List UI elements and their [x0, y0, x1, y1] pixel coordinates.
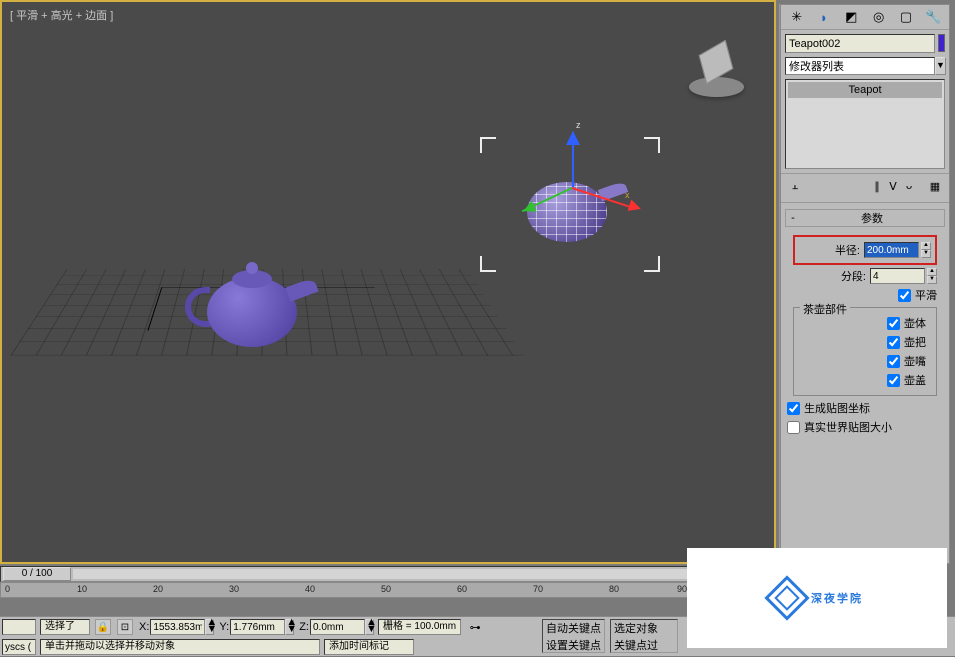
prompt-text: 单击并拖动以选择并移动对象 [40, 639, 320, 655]
z-label: Z: [299, 621, 309, 633]
rollout-parameters-body: 半径: ▲▼ 分段: ▲▼ 平滑 茶壶部件 壶体 壶把 壶嘴 壶盖 生成贴图坐标… [781, 229, 949, 442]
rollout-title: 参数 [800, 210, 944, 226]
key-mode-icon[interactable]: ⊶ [465, 621, 485, 634]
smooth-checkbox[interactable] [898, 289, 911, 302]
part-handle-label: 壶把 [904, 334, 926, 350]
highlight-annotation: 半径: ▲▼ [793, 235, 937, 265]
tick-label: 90 [677, 584, 687, 594]
part-handle-checkbox[interactable] [887, 336, 900, 349]
group-title: 茶壶部件 [800, 301, 850, 317]
modifier-stack[interactable]: Teapot [785, 79, 945, 169]
watermark-overlay: 深夜学院 [687, 548, 947, 648]
part-body-checkbox[interactable] [887, 317, 900, 330]
make-unique-icon[interactable]: ꓦ [885, 180, 901, 196]
radius-spinner[interactable]: ▲▼ [921, 242, 931, 258]
auto-key-button[interactable]: 自动关键点 [546, 620, 601, 636]
lock-selection-icon[interactable]: 🔒 [95, 619, 111, 635]
z-coord-input[interactable] [310, 619, 365, 635]
real-world-checkbox[interactable] [787, 421, 800, 434]
y-coord-input[interactable] [230, 619, 285, 635]
part-spout-checkbox[interactable] [887, 355, 900, 368]
selection-center-icon[interactable]: ⊡ [117, 619, 133, 635]
motion-tab-icon[interactable]: ◎ [870, 8, 888, 26]
y-spinner[interactable]: ▲▼ [285, 619, 294, 635]
tick-label: 70 [533, 584, 543, 594]
selection-count: 选择了 [40, 619, 90, 635]
remove-modifier-icon[interactable]: ᴗ [901, 180, 917, 196]
z-spinner[interactable]: ▲▼ [365, 619, 374, 635]
y-label: Y: [219, 621, 229, 633]
object-name-field[interactable] [785, 34, 935, 53]
part-body-label: 壶体 [904, 315, 926, 331]
key-filters-button[interactable]: 关键点过 [614, 637, 674, 653]
set-key-button[interactable]: 设置关键点 [546, 637, 601, 653]
display-tab-icon[interactable]: ▢ [897, 8, 915, 26]
add-time-marker-button[interactable]: 添加时间标记 [324, 639, 414, 655]
tick-label: 30 [229, 584, 239, 594]
teapot-parts-group: 茶壶部件 壶体 壶把 壶嘴 壶盖 [793, 307, 937, 396]
part-lid-checkbox[interactable] [887, 374, 900, 387]
pin-stack-icon[interactable]: ⫠ [787, 180, 803, 196]
script-listener-input[interactable] [2, 639, 36, 655]
utilities-tab-icon[interactable]: 🔧 [924, 8, 942, 26]
viewport-label[interactable]: [ 平滑 + 高光 + 边面 ] [10, 7, 113, 23]
command-panel: ✳ ◗ ◩ ◎ ▢ 🔧 ▼ Teapot ⫠ ∥ ꓦ ᴗ ▦ - 参数 半径: … [780, 4, 950, 564]
key-filter-group: 选定对象 关键点过 [610, 619, 678, 653]
radius-input[interactable] [864, 242, 919, 258]
real-world-label: 真实世界贴图大小 [804, 419, 892, 435]
viewport-perspective[interactable]: [ 平滑 + 高光 + 边面 ] z x [0, 0, 776, 564]
tick-label: 80 [609, 584, 619, 594]
create-tab-icon[interactable]: ✳ [788, 8, 806, 26]
modify-tab-icon[interactable]: ◗ [815, 8, 833, 26]
dropdown-arrow-icon[interactable]: ▼ [935, 57, 946, 75]
tick-label: 0 [5, 584, 10, 594]
tick-label: 10 [77, 584, 87, 594]
frame-slider[interactable]: 0 / 100 ▸ [0, 566, 776, 582]
command-panel-tabs: ✳ ◗ ◩ ◎ ▢ 🔧 [781, 5, 949, 30]
script-mini-input[interactable] [2, 619, 36, 635]
x-spinner[interactable]: ▲▼ [205, 619, 214, 635]
segments-label: 分段: [841, 268, 866, 284]
part-spout-label: 壶嘴 [904, 353, 926, 369]
move-gizmo[interactable]: z x [557, 142, 647, 232]
segments-spinner[interactable]: ▲▼ [927, 268, 937, 284]
selected-object-label: 选定对象 [614, 620, 674, 636]
rollout-toggle-icon[interactable]: - [786, 212, 800, 224]
tick-label: 20 [153, 584, 163, 594]
frame-slider-handle[interactable]: 0 / 100 [3, 567, 71, 581]
timeline: 0 / 100 ▸ 0 10 20 30 40 50 60 70 80 90 [0, 566, 776, 598]
tick-label: 40 [305, 584, 315, 594]
radius-label: 半径: [835, 242, 860, 258]
smooth-label: 平滑 [915, 287, 937, 303]
configure-sets-icon[interactable]: ▦ [927, 180, 943, 196]
tick-label: 60 [457, 584, 467, 594]
segments-input[interactable] [870, 268, 925, 284]
rollout-parameters-header[interactable]: - 参数 [785, 209, 945, 227]
gen-mapping-label: 生成贴图坐标 [804, 400, 870, 416]
hierarchy-tab-icon[interactable]: ◩ [842, 8, 860, 26]
grid-spacing: 栅格 = 100.0mm [378, 619, 461, 635]
stack-item-teapot[interactable]: Teapot [788, 82, 942, 98]
watermark-logo-icon [764, 575, 809, 620]
frame-slider-track[interactable] [73, 569, 759, 579]
stack-toolbar: ⫠ ∥ ꓦ ᴗ ▦ [781, 173, 949, 203]
key-mode-group: 自动关键点 设置关键点 [542, 619, 605, 653]
teapot-object-1[interactable] [182, 252, 322, 362]
time-ruler[interactable]: 0 10 20 30 40 50 60 70 80 90 [0, 582, 776, 598]
viewcube[interactable] [689, 42, 744, 97]
watermark-text: 深夜学院 [811, 590, 863, 606]
x-coord-input[interactable] [150, 619, 205, 635]
modifier-list-dropdown[interactable] [785, 57, 935, 75]
gen-mapping-checkbox[interactable] [787, 402, 800, 415]
show-end-result-icon[interactable]: ∥ [869, 180, 885, 196]
part-lid-label: 壶盖 [904, 372, 926, 388]
object-color-swatch[interactable] [938, 34, 945, 52]
x-label: X: [139, 621, 149, 633]
tick-label: 50 [381, 584, 391, 594]
